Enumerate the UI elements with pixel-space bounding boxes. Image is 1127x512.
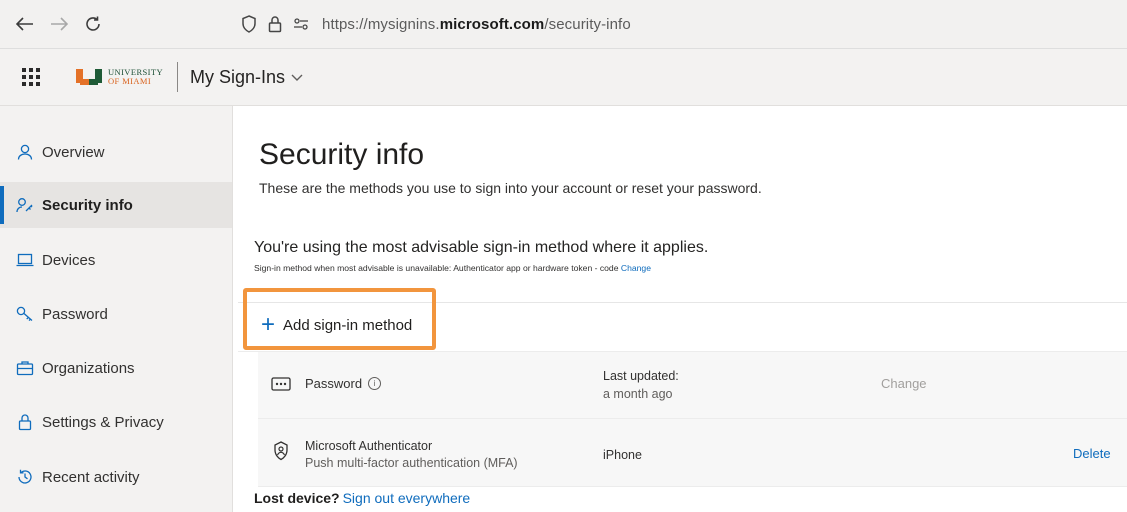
app-launcher-icon[interactable]: [22, 67, 42, 87]
change-password-link[interactable]: Change: [881, 376, 927, 391]
browser-toolbar: https://mysignins.microsoft.com/security…: [0, 0, 1127, 49]
briefcase-icon: [16, 359, 34, 377]
method-name-text: Password: [305, 376, 363, 391]
change-default-method-link[interactable]: Change: [621, 263, 651, 273]
method-name: Password i: [305, 376, 382, 391]
app-title: My Sign-Ins: [190, 66, 286, 87]
person-icon: [16, 143, 34, 161]
sidebar-item-recent-activity[interactable]: Recent activity: [0, 454, 232, 500]
sidebar-item-label: Devices: [42, 251, 96, 269]
sidebar-item-overview[interactable]: Overview: [0, 129, 232, 175]
sidebar-item-security-info[interactable]: Security info: [0, 182, 232, 228]
last-updated-value: a month ago: [603, 387, 673, 401]
sidebar-item-label: Overview: [42, 143, 105, 161]
key-person-icon: [16, 196, 34, 214]
highlight-annotation: [243, 288, 436, 350]
lock-icon: [16, 413, 34, 431]
method-row-password: Password i Last updated: a month ago Cha…: [258, 352, 1127, 419]
logo-line2: OF MIAMI: [108, 76, 152, 86]
page-subtitle: These are the methods you use to sign in…: [259, 180, 762, 196]
method-subname: Push multi-factor authentication (MFA): [305, 456, 518, 470]
history-icon: [16, 468, 34, 486]
info-icon[interactable]: i: [368, 377, 382, 390]
university-logo[interactable]: UNIVERSITY OF MIAMI: [76, 67, 163, 87]
permissions-icon[interactable]: [290, 13, 312, 35]
advisable-note-text: Sign-in method when most advisable is un…: [254, 263, 619, 273]
sign-out-everywhere-link[interactable]: Sign out everywhere: [343, 490, 471, 506]
logo-wordmark: UNIVERSITY OF MIAMI: [108, 68, 163, 86]
page-title: Security info: [259, 138, 425, 171]
address-bar[interactable]: https://mysignins.microsoft.com/security…: [238, 0, 1127, 48]
url-domain: microsoft.com: [439, 15, 545, 33]
sidebar-item-password[interactable]: Password: [0, 291, 232, 337]
password-dots-icon: [270, 374, 292, 394]
screenshot-frame: https://mysignins.microsoft.com/security…: [0, 0, 1127, 512]
method-row-authenticator: Microsoft Authenticator Push multi-facto…: [258, 419, 1127, 487]
last-updated-label: Last updated:: [603, 369, 679, 383]
sidebar-item-organizations[interactable]: Organizations: [0, 345, 232, 391]
method-detail: Last updated: a month ago: [603, 367, 679, 403]
chevron-down-icon: [291, 70, 303, 85]
sidebar-item-devices[interactable]: Devices: [0, 237, 232, 283]
sidebar-item-label: Organizations: [42, 359, 135, 377]
shield-icon[interactable]: [238, 13, 260, 35]
reload-icon[interactable]: [76, 7, 110, 41]
back-arrow-icon[interactable]: [8, 7, 42, 41]
forward-arrow-icon[interactable]: [42, 7, 76, 41]
lock-icon[interactable]: [264, 13, 286, 35]
lost-device-label: Lost device?: [254, 490, 340, 506]
url-text[interactable]: https://mysignins.microsoft.com/security…: [322, 16, 631, 33]
sidebar-item-settings-privacy[interactable]: Settings & Privacy: [0, 399, 232, 445]
u-logo-icon: [76, 67, 102, 87]
app-header: UNIVERSITY OF MIAMI My Sign-Ins: [0, 49, 1127, 106]
laptop-icon: [16, 251, 34, 269]
header-divider: [177, 62, 178, 92]
advisable-method-note: Sign-in method when most advisable is un…: [254, 263, 651, 273]
authenticator-icon: [270, 441, 292, 461]
lost-device-line: Lost device? Sign out everywhere: [254, 490, 470, 506]
sidebar-item-label: Password: [42, 305, 108, 323]
method-detail: iPhone: [603, 446, 642, 464]
sidebar-item-label: Security info: [42, 196, 133, 214]
delete-method-link[interactable]: Delete: [1073, 446, 1111, 461]
app-title-dropdown[interactable]: My Sign-Ins: [190, 67, 303, 88]
advisable-method-heading: You're using the most advisable sign-in …: [254, 239, 709, 256]
key-icon: [16, 305, 34, 323]
url-path: /security-info: [544, 15, 631, 33]
url-prefix: https://mysignins.: [322, 15, 440, 33]
device-name: iPhone: [603, 448, 642, 462]
sidebar: Overview Security info Devices Password …: [0, 106, 233, 512]
sidebar-item-label: Recent activity: [42, 468, 140, 486]
method-name: Microsoft Authenticator Push multi-facto…: [305, 438, 518, 472]
method-name-text: Microsoft Authenticator: [305, 439, 433, 453]
sidebar-item-label: Settings & Privacy: [42, 413, 164, 431]
